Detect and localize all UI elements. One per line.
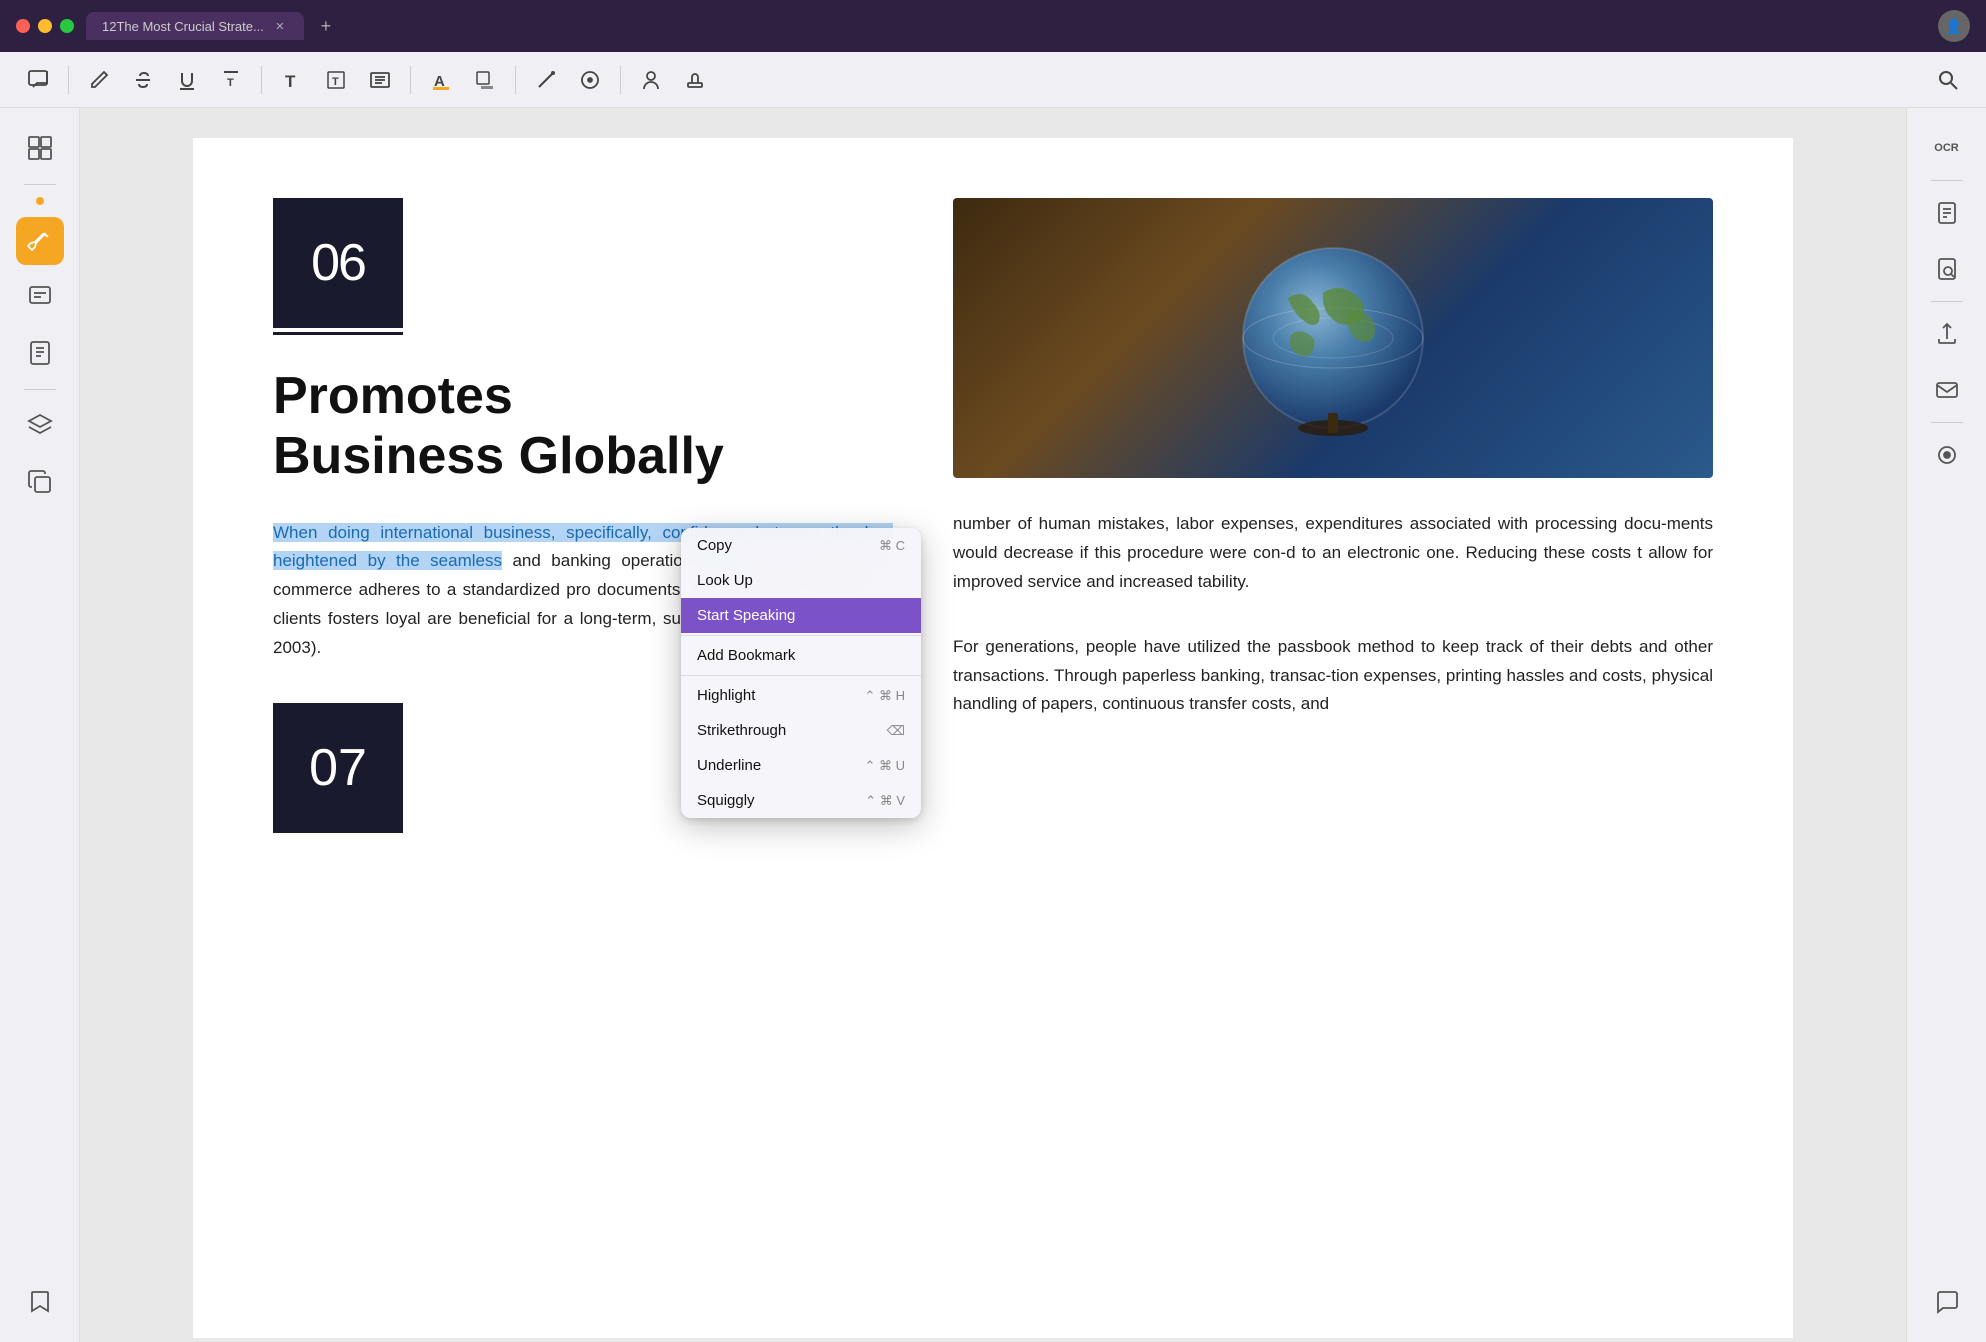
menu-item-squiggly[interactable]: Squiggly ⌃ ⌘ V	[681, 783, 921, 818]
right-sidebar-record[interactable]	[1923, 431, 1971, 479]
menu-strikethrough-shortcut: ⌫	[887, 723, 905, 739]
separator-4	[515, 66, 516, 94]
menu-squiggly-label: Squiggly	[697, 792, 755, 809]
menu-separator-1	[681, 635, 921, 636]
menu-item-underline[interactable]: Underline ⌃ ⌘ U	[681, 748, 921, 783]
highlight-color-icon[interactable]: A	[423, 62, 459, 98]
stamp-icon[interactable]	[677, 62, 713, 98]
sidebar-item-copy[interactable]	[16, 458, 64, 506]
title-line1: Promotes	[273, 367, 513, 425]
menu-item-start-speaking[interactable]: Start Speaking	[681, 598, 921, 633]
fill-icon[interactable]	[467, 62, 503, 98]
separator-5	[620, 66, 621, 94]
shape-tool-icon[interactable]	[572, 62, 608, 98]
tab-close-button[interactable]: ✕	[272, 18, 288, 34]
menu-underline-label: Underline	[697, 757, 761, 774]
menu-underline-shortcut: ⌃ ⌘ U	[864, 758, 905, 774]
search-icon[interactable]	[1930, 62, 1966, 98]
right-sidebar-email[interactable]	[1923, 366, 1971, 414]
menu-copy-label: Copy	[697, 537, 732, 554]
menu-item-copy[interactable]: Copy ⌘ C	[681, 528, 921, 563]
svg-text:T: T	[285, 72, 296, 91]
chapter-box-bottom: 07	[273, 703, 403, 833]
globe-image	[953, 198, 1713, 478]
right-sidebar-comment[interactable]	[1923, 1278, 1971, 1326]
overline-icon[interactable]: T	[213, 62, 249, 98]
tab-title: 12The Most Crucial Strate...	[102, 19, 264, 34]
right-sidebar-share[interactable]	[1923, 310, 1971, 358]
menu-highlight-label: Highlight	[697, 687, 755, 704]
content-area: 06 Promotes Business Globally When doing…	[80, 108, 1906, 1342]
person-icon[interactable]	[633, 62, 669, 98]
add-tab-button[interactable]: +	[312, 12, 340, 40]
line-tool-icon[interactable]	[528, 62, 564, 98]
sidebar-item-thumbnails[interactable]	[16, 124, 64, 172]
separator-1	[68, 66, 69, 94]
right-sidebar-separator-2	[1931, 301, 1963, 302]
main-layout: 06 Promotes Business Globally When doing…	[0, 108, 1986, 1342]
menu-squiggly-shortcut: ⌃ ⌘ V	[865, 793, 905, 809]
text-icon[interactable]: T	[274, 62, 310, 98]
minimize-button[interactable]	[38, 19, 52, 33]
menu-separator-2	[681, 675, 921, 676]
chapter-number-bottom: 07	[309, 738, 367, 798]
title-line2: Business Globally	[273, 427, 724, 485]
highlighted-text-2: heightened by the seamless	[273, 551, 502, 570]
strikethrough-icon[interactable]	[125, 62, 161, 98]
right-sidebar-ocr[interactable]: OCR	[1923, 124, 1971, 172]
sidebar-item-annotations[interactable]	[16, 273, 64, 321]
chapter-box: 06	[273, 198, 403, 328]
right-sidebar-document[interactable]	[1923, 189, 1971, 237]
right-sidebar-search-doc[interactable]	[1923, 245, 1971, 293]
sidebar-item-layers[interactable]	[16, 402, 64, 450]
left-sidebar-separator-1	[24, 184, 56, 185]
comment-icon[interactable]	[20, 62, 56, 98]
list-icon[interactable]	[362, 62, 398, 98]
pdf-right-column: number of human mistakes, labor expenses…	[953, 198, 1713, 1278]
avatar: 👤	[1938, 10, 1970, 42]
toolbar: T T T A	[0, 52, 1986, 108]
right-col-text-1: number of human mistakes, labor expenses…	[953, 510, 1713, 597]
svg-text:T: T	[227, 77, 234, 89]
right-sidebar-separator-1	[1931, 180, 1963, 181]
maximize-button[interactable]	[60, 19, 74, 33]
sidebar-item-highlight[interactable]	[16, 217, 64, 265]
underline-icon[interactable]	[169, 62, 205, 98]
menu-strikethrough-label: Strikethrough	[697, 722, 786, 739]
right-col-text-2: For generations, people have utilized th…	[953, 633, 1713, 720]
separator-3	[410, 66, 411, 94]
right-sidebar-separator-3	[1931, 422, 1963, 423]
menu-lookup-label: Look Up	[697, 572, 753, 589]
pen-icon[interactable]	[81, 62, 117, 98]
page-title: Promotes Business Globally	[273, 367, 893, 487]
menu-item-strikethrough[interactable]: Strikethrough ⌫	[681, 713, 921, 748]
context-menu: Copy ⌘ C Look Up Start Speaking Add Book…	[681, 528, 921, 818]
menu-add-bookmark-label: Add Bookmark	[697, 647, 795, 664]
title-bar: 12The Most Crucial Strate... ✕ + 👤	[0, 0, 1986, 52]
chapter-number: 06	[311, 233, 365, 293]
menu-start-speaking-label: Start Speaking	[697, 607, 795, 624]
tab-bar: 12The Most Crucial Strate... ✕ +	[86, 12, 1938, 40]
right-sidebar: OCR	[1906, 108, 1986, 1342]
text-box-icon[interactable]: T	[318, 62, 354, 98]
left-sidebar-separator-2	[24, 389, 56, 390]
active-indicator	[36, 197, 44, 205]
sidebar-item-bookmark[interactable]	[16, 1278, 64, 1326]
pdf-page: 06 Promotes Business Globally When doing…	[193, 138, 1793, 1338]
svg-text:T: T	[332, 76, 339, 88]
menu-item-lookup[interactable]: Look Up	[681, 563, 921, 598]
menu-item-highlight[interactable]: Highlight ⌃ ⌘ H	[681, 678, 921, 713]
menu-item-add-bookmark[interactable]: Add Bookmark	[681, 638, 921, 673]
close-button[interactable]	[16, 19, 30, 33]
menu-highlight-shortcut: ⌃ ⌘ H	[864, 688, 905, 704]
traffic-lights	[16, 19, 74, 33]
active-tab[interactable]: 12The Most Crucial Strate... ✕	[86, 12, 304, 40]
menu-copy-shortcut: ⌘ C	[879, 538, 905, 554]
left-sidebar	[0, 108, 80, 1342]
sidebar-item-bookmarks[interactable]	[16, 329, 64, 377]
ocr-label: OCR	[1934, 142, 1958, 154]
separator-2	[261, 66, 262, 94]
chapter-underline	[273, 332, 403, 335]
